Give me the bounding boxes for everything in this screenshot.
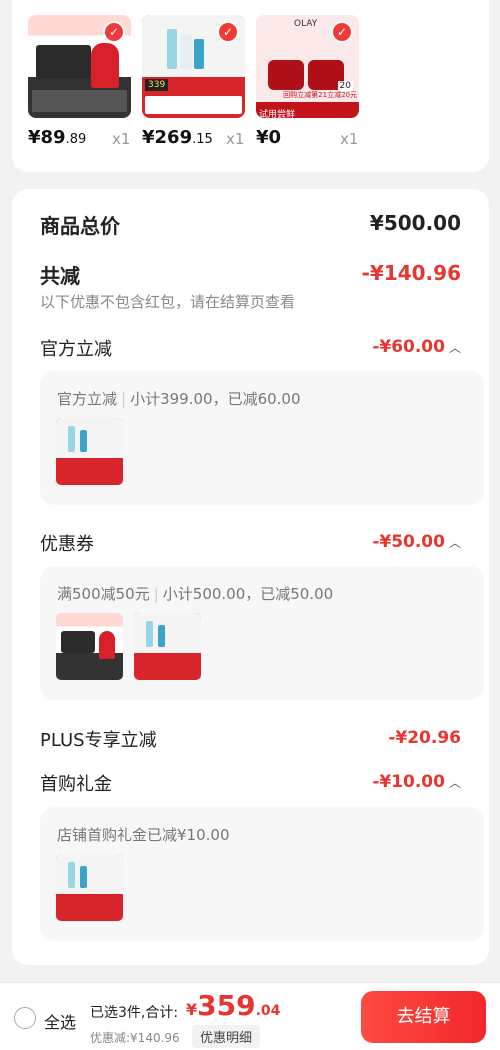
plus-amount: -¥20.96 [388,728,461,748]
select-all-label[interactable]: 全选 [44,1009,76,1033]
chevron-up-icon: ︿ [448,341,461,355]
mini-product-skincare[interactable] [56,854,123,921]
mini-product-stove[interactable] [56,613,123,680]
coupon-amount-toggle[interactable]: -¥50.00 ︿ [372,532,461,552]
reduce-note: 以下优惠不包含红包，请在结算页查看 [40,293,296,311]
product-qty: x1 [340,130,359,148]
product-price: ¥0 [256,127,282,148]
total-price: ¥359.04 [186,989,281,1022]
official-detail: 官方立减 | 小计399.00，已减60.00 [57,390,301,408]
product-thumb-stove[interactable]: ✓ [28,15,131,118]
total-reduce-value: -¥140.96 [361,261,461,285]
select-all-radio[interactable] [14,1007,36,1029]
product-qty: x1 [226,130,245,148]
official-amount-toggle[interactable]: -¥60.00 ︿ [372,337,461,357]
first-gift-amount-toggle[interactable]: -¥10.00 ︿ [372,772,461,792]
official-title: 官方立减 [40,339,112,360]
saved-amount: 优惠减:¥140.96 [90,1031,180,1045]
plus-title: PLUS专享立减 [40,730,157,751]
coupon-box: 满500减50元 | 小计500.00，已减50.00 [40,566,484,700]
checkout-button[interactable]: 去结算 [361,991,486,1043]
olay-tag: 回购立减第21立减20元 [283,91,357,99]
brand-label: OLAY [294,19,318,29]
product-badge: 试用尝鲜 [259,110,296,118]
first-gift-title: 首购礼金 [40,774,112,795]
discount-detail-button[interactable]: 优惠明细 [192,1025,261,1048]
mini-product-skincare[interactable] [134,613,201,680]
total-reduce-label: 共减 [40,264,80,288]
official-box: 官方立减 | 小计399.00，已减60.00 [40,371,484,505]
chevron-up-icon: ︿ [448,776,461,790]
product-thumb-skincare[interactable]: 339 ✓ [142,15,245,118]
chevron-up-icon: ︿ [448,536,461,550]
check-icon[interactable]: ✓ [103,21,125,43]
product-qty: x1 [112,130,131,148]
product-price: ¥269.15 [142,127,213,148]
discount-detail-card: 商品总价 ¥500.00 共减 -¥140.96 以下优惠不包含红包，请在结算页… [12,189,489,965]
check-icon[interactable]: ✓ [331,21,353,43]
product-card: ✓ 339 ✓ OLAY 20 试用尝鲜 回购立减第21立减20元 ✓ ¥89.… [12,0,489,172]
coupon-title: 优惠券 [40,534,94,555]
coupon-detail: 满500减50元 | 小计500.00，已减50.00 [57,585,334,603]
product-thumb-olay[interactable]: OLAY 20 试用尝鲜 回购立减第21立减20元 ✓ [256,15,359,118]
goods-total-value: ¥500.00 [369,211,461,235]
selected-summary: 已选3件,合计: [90,1005,179,1021]
checkout-bar: 全选 已选3件,合计: ¥359.04 优惠减:¥140.96 优惠明细 去结算 [0,982,500,1050]
first-gift-detail: 店铺首购礼金已减¥10.00 [57,826,230,844]
mini-product-skincare[interactable] [56,418,123,485]
product-price: ¥89.89 [28,127,87,148]
first-gift-box: 店铺首购礼金已减¥10.00 [40,807,484,941]
goods-total-label: 商品总价 [40,214,120,238]
check-icon[interactable]: ✓ [217,21,239,43]
product-tag: 339 [145,78,169,91]
